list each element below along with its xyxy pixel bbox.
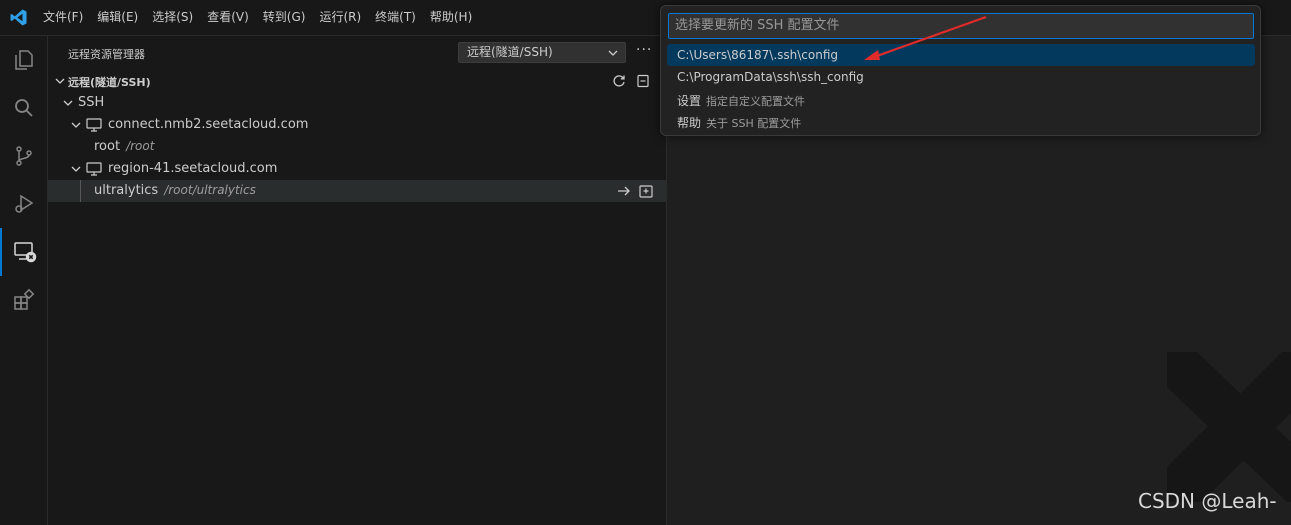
explorer-icon[interactable] [0,36,47,84]
menu-file[interactable]: 文件(F) [36,0,90,35]
tree-host-2[interactable]: region-41.seetacloud.com [48,158,666,180]
sidebar-title: 远程资源管理器 [68,48,145,61]
more-actions-icon[interactable]: ··· [636,42,652,58]
menu-view[interactable]: 查看(V) [200,0,256,35]
search-icon[interactable] [0,84,47,132]
refresh-icon[interactable] [611,73,627,89]
host-name: connect.nmb2.seetacloud.com [108,117,309,132]
watermark-text: CSDN @Leah- [1138,489,1277,513]
tree-folder-root[interactable]: root/root [48,136,666,158]
tree-group-label: SSH [78,95,105,110]
item-label: 帮助 [677,116,702,130]
item-label: 设置 [677,94,702,108]
menu-terminal[interactable]: 终端(T) [368,0,423,35]
item-hint: 指定自定义配置文件 [706,95,806,108]
section-header[interactable]: 远程(隧道/SSH) [48,70,666,92]
item-label: C:\Users\86187\.ssh\config [677,48,839,62]
menu-run[interactable]: 运行(R) [312,0,368,35]
folder-path: /root [126,139,155,153]
annotation-arrow-icon [864,15,987,60]
item-hint: 关于 SSH 配置文件 [706,117,802,130]
extensions-icon[interactable] [0,276,47,324]
folder-path: /root/ultralytics [164,183,256,197]
section-label: 远程(隧道/SSH) [68,76,151,89]
menu-edit[interactable]: 编辑(E) [90,0,145,35]
collapse-all-icon[interactable] [635,73,651,89]
quick-pick-item-system-config[interactable]: C:\ProgramData\ssh\ssh_config [667,66,1255,88]
menu-selection[interactable]: 选择(S) [145,0,200,35]
chevron-down-icon [55,78,65,84]
monitor-icon [86,162,102,176]
chevron-down-icon [71,122,81,128]
remote-type-dropdown[interactable]: 远程(隧道/SSH) [458,42,626,63]
item-label: C:\ProgramData\ssh\ssh_config [677,70,864,84]
folder-name: ultralytics [94,183,159,198]
activity-bar [0,36,48,525]
remote-explorer-sidebar: 远程资源管理器 远程(隧道/SSH) ··· 远程(隧道/SSH) SSH co… [48,36,667,525]
chevron-down-icon [71,166,81,172]
monitor-icon [86,118,102,132]
tree-host-1[interactable]: connect.nmb2.seetacloud.com [48,114,666,136]
quick-pick-item-settings[interactable]: 设置 指定自定义配置文件 [667,88,1255,110]
dropdown-value: 远程(隧道/SSH) [467,45,553,59]
folder-name: root [94,139,121,154]
tree-folder-ultralytics[interactable]: ultralytics/root/ultralytics [48,180,666,202]
vscode-logo-icon [10,9,27,26]
chevron-down-icon [608,50,618,56]
open-in-new-window-icon[interactable] [638,183,654,199]
menu-bar: 文件(F) 编辑(E) 选择(S) 查看(V) 转到(G) 运行(R) 终端(T… [36,0,479,35]
host-name: region-41.seetacloud.com [108,161,278,176]
run-debug-icon[interactable] [0,180,47,228]
quick-pick-item-help[interactable]: 帮助 关于 SSH 配置文件 [667,110,1255,132]
connect-in-current-window-icon[interactable] [616,183,632,199]
menu-help[interactable]: 帮助(H) [423,0,479,35]
menu-go[interactable]: 转到(G) [256,0,313,35]
source-control-icon[interactable] [0,132,47,180]
indent-guide [80,180,81,202]
remote-explorer-icon[interactable] [0,228,47,276]
chevron-down-icon [63,100,73,106]
sidebar-header: 远程资源管理器 远程(隧道/SSH) ··· [48,36,666,70]
vscode-watermark-icon [1167,352,1291,502]
tree-group-ssh[interactable]: SSH [48,92,666,114]
